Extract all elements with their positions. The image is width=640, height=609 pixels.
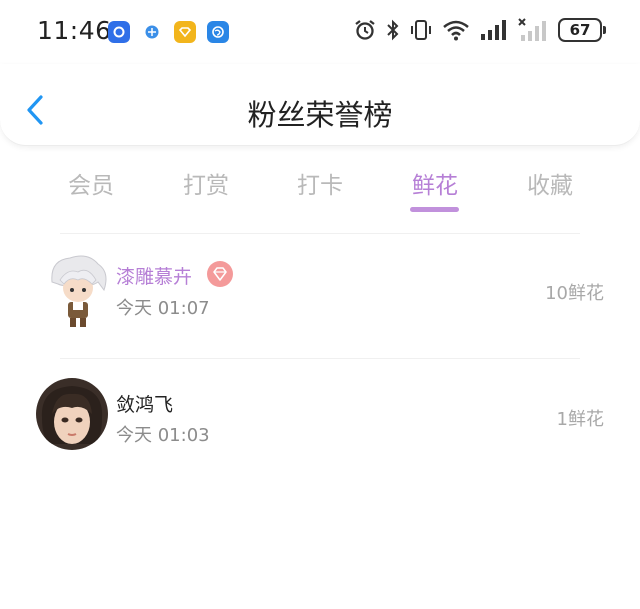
gift-count: 1鲜花 <box>556 409 604 430</box>
gift-time: 今天 01:07 <box>116 298 210 319</box>
fan-name[interactable]: 敛鸿飞 <box>116 390 173 417</box>
signal-icon <box>481 20 506 40</box>
tab-flowers[interactable]: 鲜花 <box>395 166 475 200</box>
notification-icons <box>108 21 229 43</box>
active-tab-indicator <box>410 207 459 212</box>
vibrate-icon <box>411 20 431 40</box>
top-navigation-bar: 粉丝荣誉榜 <box>0 64 640 146</box>
battery-level: 67 <box>569 21 591 39</box>
tab-checkin[interactable]: 打卡 <box>280 166 360 200</box>
list-divider <box>60 358 580 359</box>
wifi-icon <box>443 20 469 41</box>
tab-membership[interactable]: 会员 <box>51 166 131 200</box>
fans-honor-screen: 11:46 67 粉丝荣誉榜 会员 打赏 打卡 鲜花 收藏 漆雕慕卉 今天 01… <box>0 0 640 609</box>
notification-app-icon-1 <box>108 21 130 43</box>
notification-app-icon-3 <box>174 21 196 43</box>
system-icons: 67 <box>354 18 606 42</box>
page-title: 粉丝荣誉榜 <box>247 98 393 132</box>
list-item[interactable]: 敛鸿飞 今天 01:03 1鲜花 <box>0 366 640 484</box>
status-bar: 11:46 67 <box>0 0 640 64</box>
status-time: 11:46 <box>37 16 112 45</box>
notification-app-icon-2 <box>141 21 163 43</box>
anime-avatar-image <box>40 252 116 328</box>
diamond-icon <box>213 267 227 281</box>
signal-no-service-icon <box>518 18 546 41</box>
list-divider <box>60 233 580 234</box>
list-item[interactable]: 漆雕慕卉 今天 01:07 10鲜花 <box>0 240 640 358</box>
battery-icon: 67 <box>558 18 606 42</box>
notification-app-icon-4 <box>207 21 229 43</box>
tab-favorites[interactable]: 收藏 <box>510 166 590 200</box>
gift-count: 10鲜花 <box>545 283 604 304</box>
avatar[interactable] <box>40 252 116 328</box>
gift-time: 今天 01:03 <box>116 425 210 446</box>
diamond-badge <box>207 261 233 287</box>
fan-name[interactable]: 漆雕慕卉 <box>116 262 192 289</box>
avatar[interactable] <box>36 378 108 450</box>
alarm-icon <box>355 20 375 40</box>
tab-tips[interactable]: 打赏 <box>166 166 246 200</box>
portrait-avatar-image <box>36 378 108 450</box>
bluetooth-icon <box>387 19 399 41</box>
category-tabs: 会员 打赏 打卡 鲜花 收藏 <box>0 146 640 216</box>
